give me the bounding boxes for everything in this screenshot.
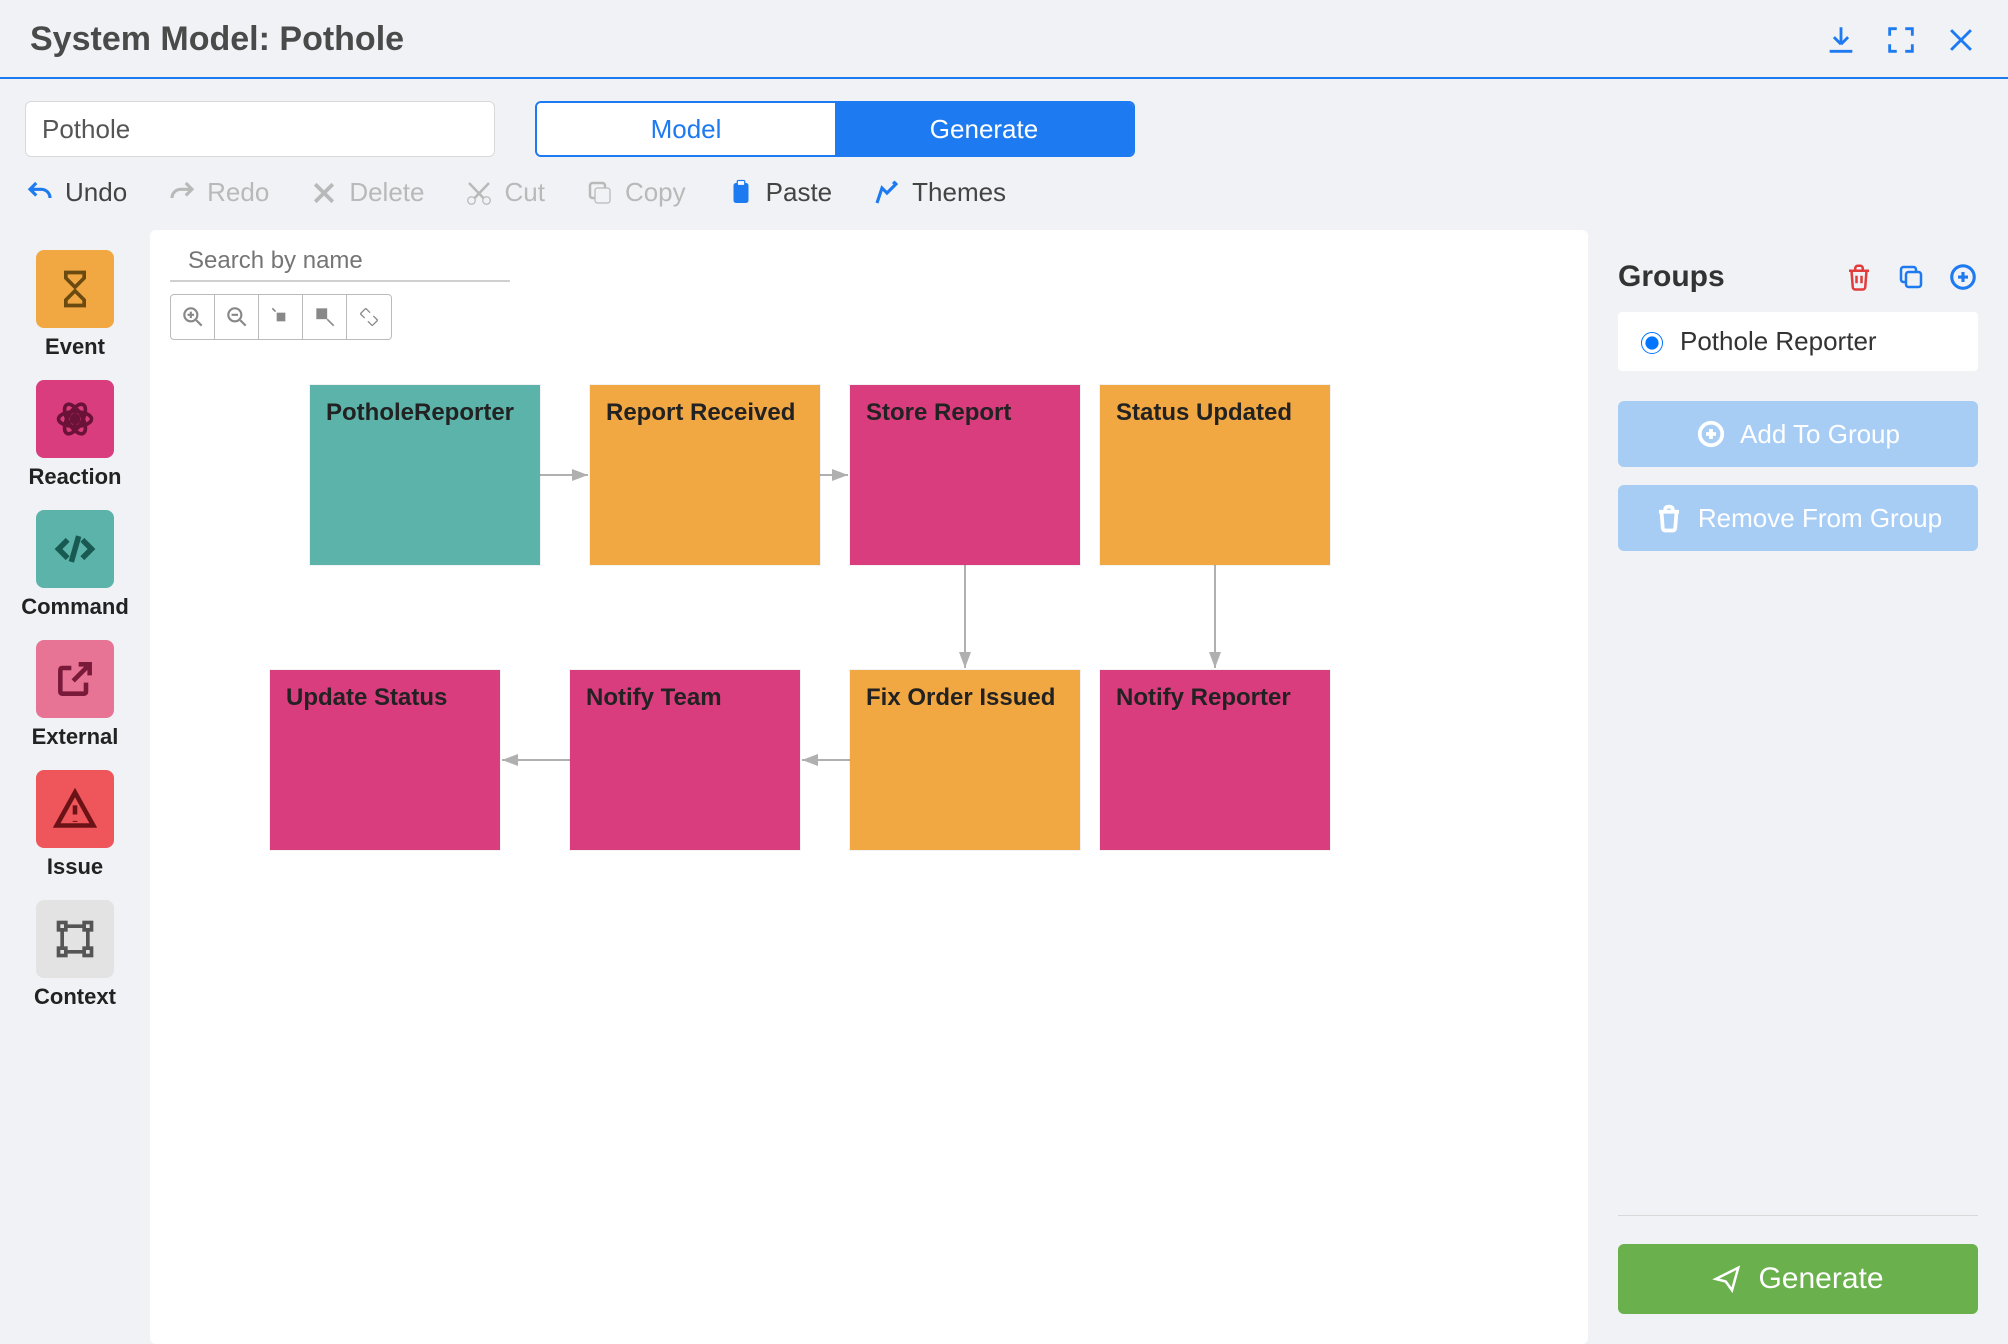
groups-heading: Groups [1618,260,1725,294]
close-icon[interactable] [1944,23,1978,57]
main-area: Event Reaction Command External Issue Co… [0,230,2008,1344]
mode-segmented: Model Generate [535,101,1135,157]
trash-icon [1654,503,1684,533]
canvas[interactable]: PotholeReporter Report Received Store Re… [150,230,1588,1344]
tab-generate[interactable]: Generate [835,103,1133,155]
tab-model[interactable]: Model [537,103,835,155]
toolbar-actions: Undo Redo Delete Cut Copy Paste Themes [0,167,2008,230]
themes-button[interactable]: Themes [872,177,1006,208]
duplicate-group-icon[interactable] [1896,262,1926,292]
bounding-box-icon [53,917,97,961]
title-actions [1824,23,1978,57]
groups-panel: Groups Pothole Reporter Add To Group Rem… [1588,230,2008,1344]
send-icon [1712,1264,1742,1294]
palette-issue[interactable]: Issue [36,770,114,880]
palette-external[interactable]: External [32,640,119,750]
node-notifyteam[interactable]: Notify Team [570,670,800,850]
copy-icon [585,178,615,208]
node-notifyrep[interactable]: Notify Reporter [1100,670,1330,850]
window-title: System Model: Pothole [30,20,404,59]
warning-icon [53,787,97,831]
delete-icon [309,178,339,208]
paste-button[interactable]: Paste [726,177,833,208]
download-icon[interactable] [1824,23,1858,57]
palette-event[interactable]: Event [36,250,114,360]
node-reporter[interactable]: PotholeReporter [310,385,540,565]
remove-from-group-button[interactable]: Remove From Group [1618,485,1978,551]
add-group-icon[interactable] [1948,262,1978,292]
cut-icon [464,178,494,208]
node-fixorder[interactable]: Fix Order Issued [850,670,1080,850]
delete-group-icon[interactable] [1844,262,1874,292]
redo-icon [167,178,197,208]
external-link-icon [53,657,97,701]
themes-icon [872,178,902,208]
undo-button[interactable]: Undo [25,177,127,208]
toolbar-top: Model Generate [0,79,2008,167]
plus-circle-icon [1696,419,1726,449]
generate-button[interactable]: Generate [1618,1244,1978,1314]
add-to-group-button[interactable]: Add To Group [1618,401,1978,467]
node-statusupd[interactable]: Status Updated [1100,385,1330,565]
undo-icon [25,178,55,208]
palette-reaction[interactable]: Reaction [29,380,122,490]
node-store[interactable]: Store Report [850,385,1080,565]
cut-button[interactable]: Cut [464,177,544,208]
palette-context[interactable]: Context [34,900,116,1010]
redo-button[interactable]: Redo [167,177,269,208]
hourglass-icon [53,267,97,311]
paste-icon [726,178,756,208]
copy-button[interactable]: Copy [585,177,686,208]
delete-button[interactable]: Delete [309,177,424,208]
palette-command[interactable]: Command [21,510,129,620]
group-item-pothole-reporter[interactable]: Pothole Reporter [1618,312,1978,371]
group-radio[interactable] [1641,332,1663,354]
model-name-input[interactable] [25,101,495,157]
atom-icon [53,397,97,441]
titlebar: System Model: Pothole [0,0,2008,79]
fullscreen-icon[interactable] [1884,23,1918,57]
node-received[interactable]: Report Received [590,385,820,565]
node-updatestatus[interactable]: Update Status [270,670,500,850]
palette: Event Reaction Command External Issue Co… [0,230,150,1344]
code-icon [53,527,97,571]
